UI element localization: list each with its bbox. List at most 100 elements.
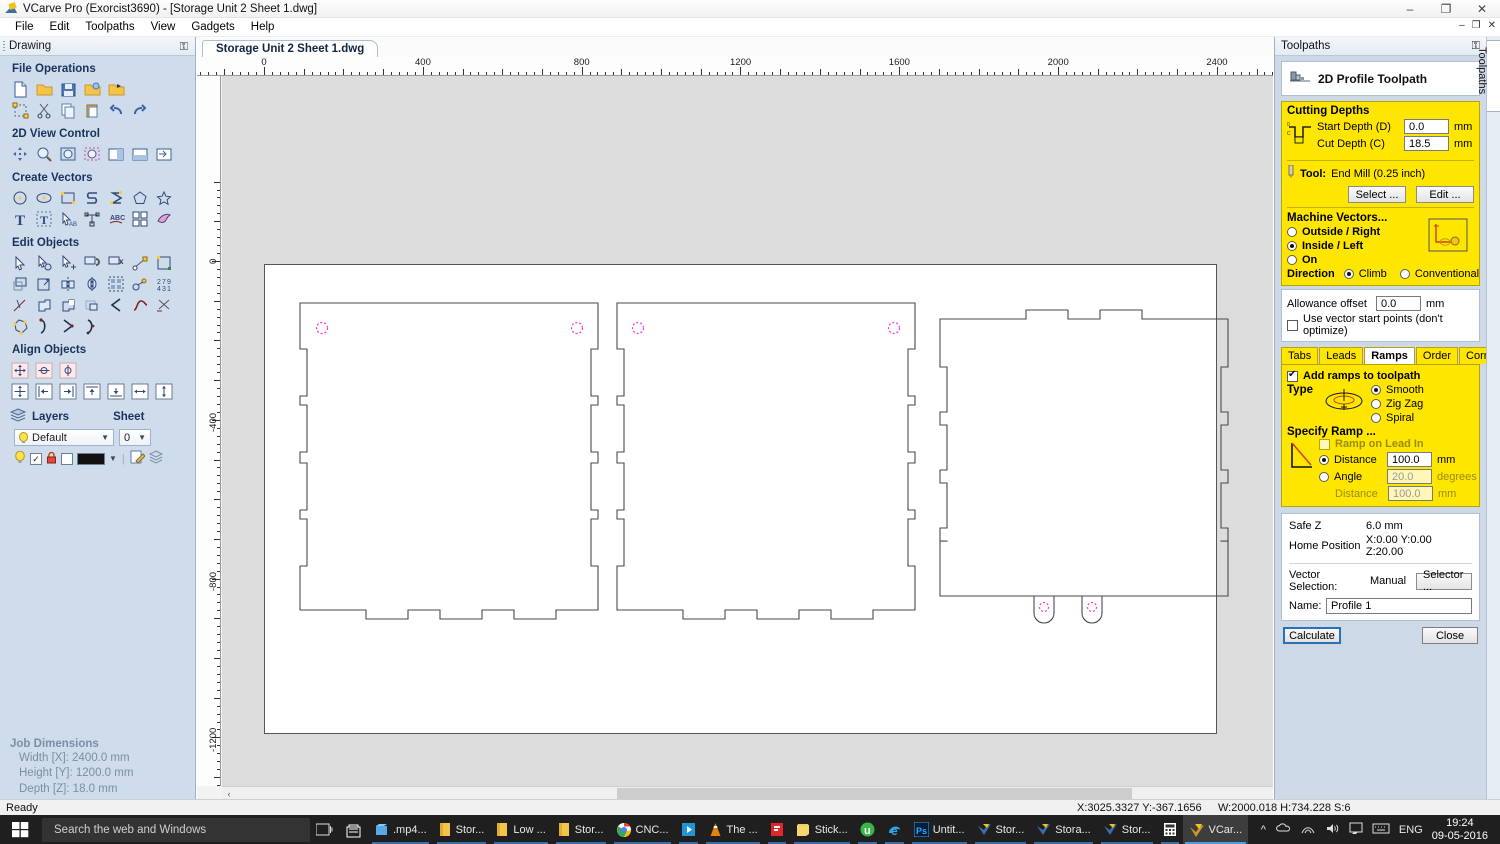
ramp-distance-radio[interactable] xyxy=(1319,454,1329,465)
text-select-icon[interactable]: AB xyxy=(58,209,79,230)
transform-box-icon[interactable] xyxy=(154,253,175,274)
cut-depth-input[interactable]: 18.5 xyxy=(1404,136,1449,151)
select-tool-button[interactable]: Select ... xyxy=(1348,186,1406,203)
close-button-toolpath[interactable]: Close xyxy=(1422,627,1478,644)
taskbar-item-folder-3[interactable]: Stor... xyxy=(552,815,610,844)
start-points-checkbox[interactable] xyxy=(1287,319,1298,331)
tab-tabs[interactable]: Tabs xyxy=(1281,347,1319,364)
drag-grip-icon[interactable] xyxy=(3,41,5,52)
mdi-restore-button[interactable]: ❐ xyxy=(1472,20,1481,31)
menu-toolpaths[interactable]: Toolpaths xyxy=(77,19,142,35)
polyline-icon[interactable] xyxy=(82,188,103,209)
zoom-extents-icon[interactable] xyxy=(58,144,79,165)
paste-icon[interactable] xyxy=(82,100,103,121)
ramp-start-marker[interactable] xyxy=(570,321,584,335)
action-center-icon[interactable] xyxy=(1349,822,1363,838)
maximize-button[interactable]: ❐ xyxy=(1428,0,1464,18)
flip-icon[interactable] xyxy=(82,274,103,295)
array-copy-icon[interactable] xyxy=(130,209,151,230)
smooth-curve-icon[interactable] xyxy=(130,295,151,316)
align-h-page-icon[interactable] xyxy=(130,381,151,402)
boolean-subtract-icon[interactable] xyxy=(58,295,79,316)
taskbar-item-vcarve-2[interactable]: Stora... xyxy=(1030,815,1096,844)
toolpaths-side-tab[interactable] xyxy=(1487,40,1500,112)
keyboard-icon[interactable] xyxy=(1372,822,1390,837)
import-folder-icon[interactable] xyxy=(106,79,127,100)
vertical-ruler[interactable]: 0 -400 -800 -1200 xyxy=(197,76,221,786)
clock[interactable]: 19:24 09-05-2016 xyxy=(1432,817,1494,843)
microsoft-store-icon[interactable] xyxy=(339,815,368,844)
close-button[interactable]: ✕ xyxy=(1464,0,1500,18)
show-hidden-icons-chevron[interactable]: ^ xyxy=(1261,824,1266,836)
ramp-distance-input[interactable]: 100.0 xyxy=(1387,452,1432,467)
weld-icon[interactable] xyxy=(130,274,151,295)
taskbar-item-explorer[interactable]: .mp4... xyxy=(368,815,433,844)
taskbar-item-calculator[interactable] xyxy=(1157,815,1183,844)
redo-icon[interactable] xyxy=(130,100,151,121)
taskbar-item-chrome[interactable]: CNC... xyxy=(610,815,675,844)
vector-outline[interactable] xyxy=(1033,596,1055,624)
toggle-left-pane-icon[interactable] xyxy=(106,144,127,165)
measure-icon[interactable] xyxy=(130,253,151,274)
mirror-icon[interactable] xyxy=(58,274,79,295)
taskbar-item-vcarve-active[interactable]: VCar... xyxy=(1182,815,1249,844)
ramp-type-zigzag-row[interactable]: Zig Zag xyxy=(1371,398,1424,410)
menu-view[interactable]: View xyxy=(143,19,184,35)
copy-icon[interactable] xyxy=(58,100,79,121)
sheet-select[interactable]: 0 ▼ xyxy=(119,429,151,446)
ramp-start-marker[interactable] xyxy=(631,321,645,335)
taskbar-item-media-player[interactable] xyxy=(675,815,702,844)
lightbulb-icon[interactable] xyxy=(14,450,26,467)
task-view-icon[interactable] xyxy=(310,815,339,844)
language-indicator[interactable]: ENG xyxy=(1399,824,1423,836)
direction-conventional-radio[interactable] xyxy=(1399,269,1410,279)
taskbar-item-photoshop[interactable]: Ps Untit... xyxy=(908,815,971,844)
ramp-start-marker[interactable] xyxy=(1086,601,1098,613)
toggle-right-pane-icon[interactable] xyxy=(154,144,175,165)
add-ramps-checkbox[interactable] xyxy=(1287,369,1298,382)
ramp-start-marker[interactable] xyxy=(887,321,901,335)
add-node-icon[interactable] xyxy=(58,253,79,274)
outline-swatch-icon[interactable] xyxy=(61,452,73,465)
node-editor-icon[interactable] xyxy=(10,316,31,337)
align-center-icon[interactable] xyxy=(10,360,31,381)
circle-icon[interactable] xyxy=(10,188,31,209)
ramp-angle-row[interactable]: Angle 20.0 degrees xyxy=(1319,469,1477,484)
onedrive-icon[interactable] xyxy=(1275,822,1291,837)
align-h-center-icon[interactable] xyxy=(34,360,55,381)
polygon-icon[interactable] xyxy=(130,188,151,209)
mv-inside-option[interactable]: Inside / Left xyxy=(1287,240,1428,252)
menu-edit[interactable]: Edit xyxy=(42,19,78,35)
allowance-input[interactable]: 0.0 xyxy=(1376,296,1421,311)
text-on-curve-icon[interactable] xyxy=(82,209,103,230)
close-vector-icon[interactable]: x xyxy=(106,253,127,274)
mv-on-option[interactable]: On xyxy=(1287,254,1428,266)
merge-layers-icon[interactable] xyxy=(148,450,164,467)
lock-icon[interactable] xyxy=(46,451,57,467)
taskbar-item-utorrent[interactable]: u xyxy=(854,815,881,844)
ramp-start-marker[interactable] xyxy=(315,321,329,335)
taskbar-item-vcarve-1[interactable]: Stor... xyxy=(971,815,1031,844)
mdi-close-button[interactable]: ✕ xyxy=(1488,20,1496,31)
curve-end-icon[interactable] xyxy=(82,316,103,337)
ramp-distance-row[interactable]: Distance 100.0 mm xyxy=(1319,452,1477,467)
ramp-angle-radio[interactable] xyxy=(1319,471,1329,482)
windows-start-icon[interactable] xyxy=(0,815,40,844)
trim-icon[interactable] xyxy=(10,295,31,316)
tab-order[interactable]: Order xyxy=(1415,347,1459,364)
taskbar-item-folder-1[interactable]: Stor... xyxy=(433,815,491,844)
zoom-selected-icon[interactable] xyxy=(82,144,103,165)
mv-outside-radio[interactable] xyxy=(1287,227,1297,237)
align-top-icon[interactable] xyxy=(82,381,103,402)
align-v-page-icon[interactable] xyxy=(154,381,175,402)
new-file-icon[interactable] xyxy=(10,79,31,100)
design-canvas[interactable] xyxy=(222,76,1273,786)
nest-icon[interactable]: 279431 xyxy=(154,274,175,295)
join-vectors-icon[interactable] xyxy=(82,253,103,274)
save-disk-icon[interactable] xyxy=(58,79,79,100)
array-grid-icon[interactable] xyxy=(106,274,127,295)
vector-parts-svg[interactable] xyxy=(222,76,1273,786)
boolean-union-icon[interactable] xyxy=(34,295,55,316)
ramp-angle-input[interactable]: 20.0 xyxy=(1387,469,1432,484)
ramp-lead-in-row[interactable]: Ramp on Lead In xyxy=(1319,438,1477,450)
